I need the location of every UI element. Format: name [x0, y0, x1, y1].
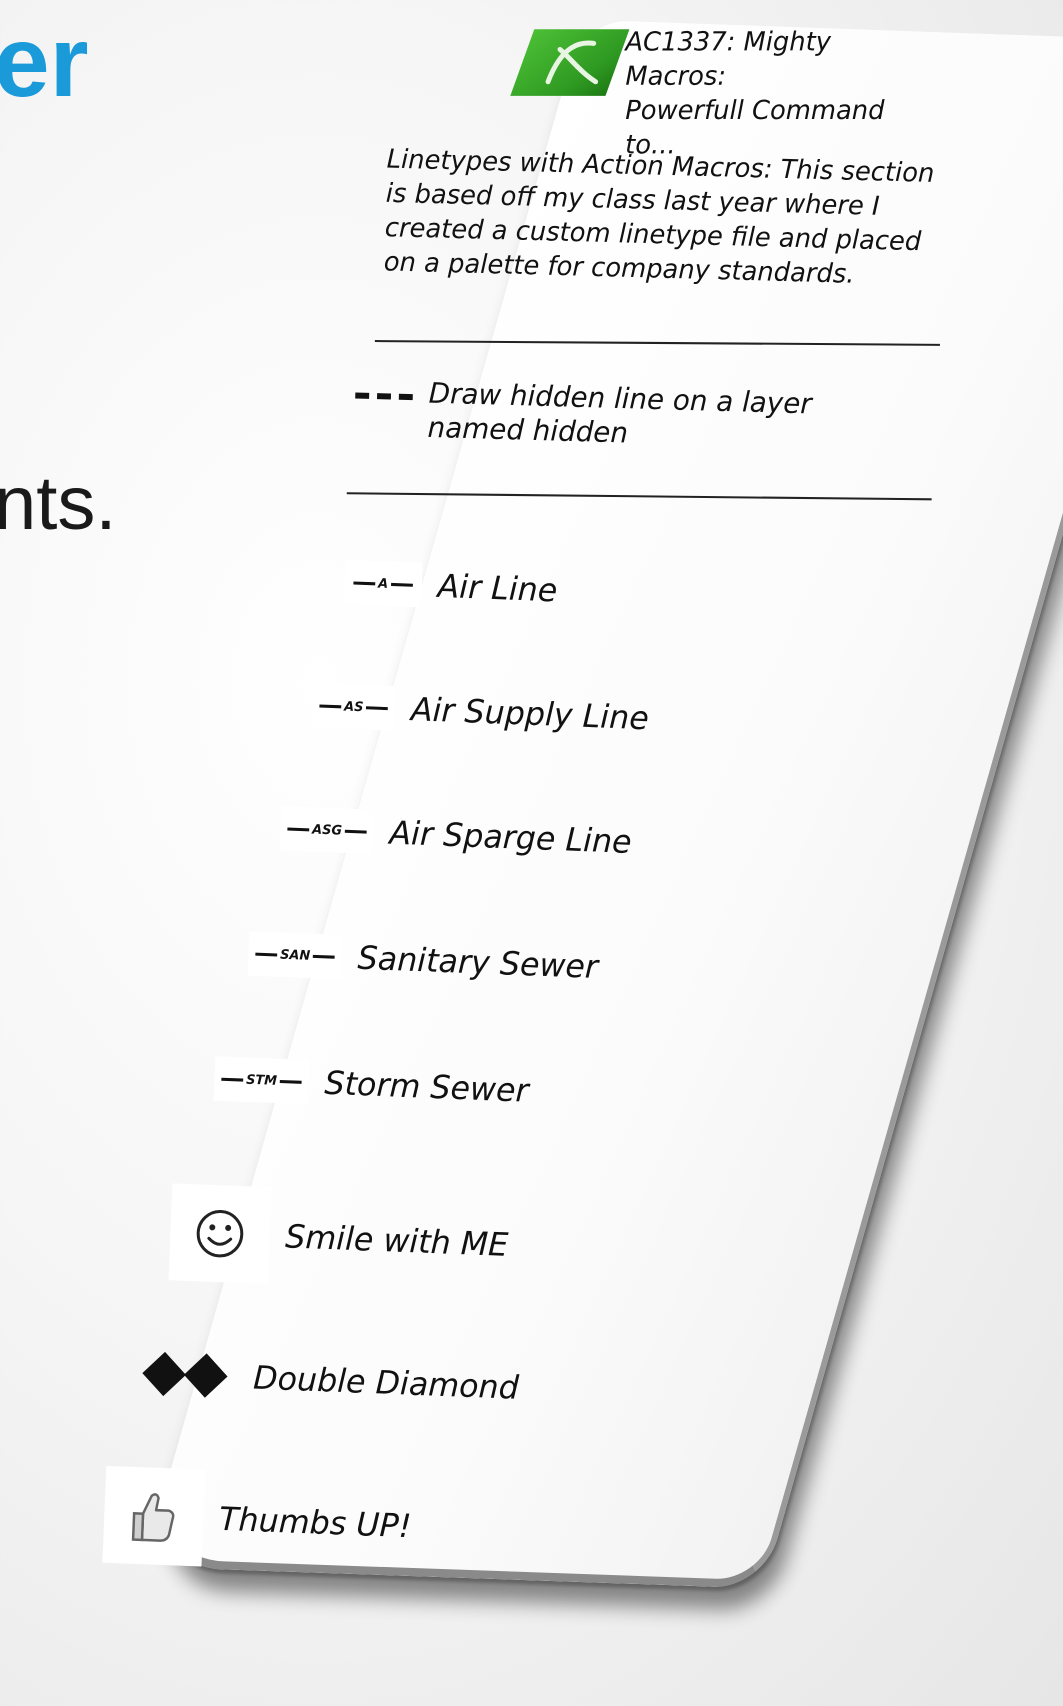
tool-smile-with-me[interactable]: Smile with ME	[168, 1183, 511, 1293]
tool-sanitary-sewer[interactable]: SAN Sanitary Sewer	[247, 931, 599, 989]
palette-description: Linetypes with Action Macros: This secti…	[383, 144, 935, 290]
tool-thumbs-up[interactable]: Thumbs UP!	[102, 1465, 413, 1575]
linetype-swatch-icon: A	[343, 559, 423, 608]
tool-label: Double Diamond	[252, 1358, 520, 1407]
tool-palette-container: AC1337: Mighty Macros: Powerfull Command…	[0, 0, 1063, 1706]
tool-double-diamond[interactable]: Double Diamond	[136, 1325, 520, 1437]
tool-palette-content: AC1337: Mighty Macros: Powerfull Command…	[102, 23, 980, 1577]
tool-label: Sanitary Sewer	[356, 938, 599, 987]
hidden-dashed-line-icon	[355, 392, 413, 401]
tool-label: Storm Sewer	[323, 1063, 530, 1110]
linetype-swatch-icon: ASG	[279, 806, 375, 855]
autodesk-logo-icon	[510, 29, 630, 96]
tool-palette: AC1337: Mighty Macros: Powerfull Command…	[102, 19, 1063, 1589]
tool-label: Air Sparge Line	[388, 813, 633, 862]
tool-storm-sewer[interactable]: STM Storm Sewer	[213, 1056, 530, 1113]
smiley-face-icon	[168, 1183, 272, 1284]
tool-label: Air Supply Line	[410, 689, 650, 738]
divider	[346, 492, 932, 501]
linetype-swatch-icon: AS	[311, 683, 397, 731]
divider	[374, 340, 940, 346]
linetype-swatch-icon: STM	[213, 1056, 310, 1105]
tool-hidden-line[interactable]: Draw hidden line on a layer named hidden	[354, 374, 911, 458]
tool-air-line[interactable]: A Air Line	[343, 559, 559, 613]
tool-label: Thumbs UP!	[218, 1499, 413, 1546]
tool-air-sparge-line[interactable]: ASG Air Sparge Line	[279, 806, 633, 864]
linetype-swatch-icon: SAN	[247, 931, 343, 980]
double-diamond-icon	[136, 1325, 239, 1426]
palette-title: AC1337: Mighty Macros: Powerfull Command…	[625, 27, 885, 161]
tool-label: Draw hidden line on a layer named hidden	[427, 376, 813, 450]
tool-label: Air Line	[436, 566, 559, 610]
tool-label: Smile with ME	[284, 1217, 510, 1265]
thumbs-up-icon	[102, 1465, 206, 1567]
tool-air-supply-line[interactable]: AS Air Supply Line	[311, 683, 650, 740]
palette-header: AC1337: Mighty Macros: Powerfull Command…	[510, 25, 939, 160]
